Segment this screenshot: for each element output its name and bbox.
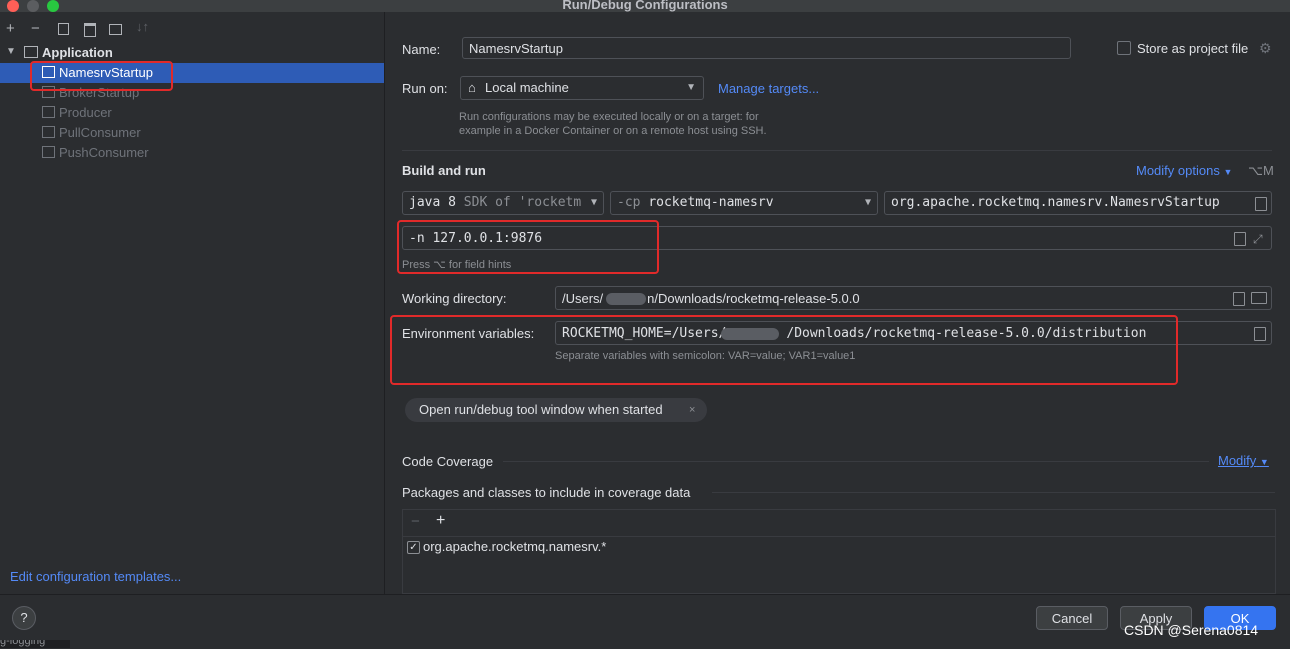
divider — [712, 492, 1275, 493]
config-icon — [42, 126, 55, 138]
modify-link[interactable]: Modify ▼ — [1218, 453, 1269, 468]
sidebar-item-producer[interactable]: Producer — [42, 103, 112, 123]
modify-options-label: Modify options — [1136, 163, 1220, 178]
run-on-label: Run on: — [402, 81, 448, 96]
cp-value: rocketmq-namesrv — [648, 195, 774, 210]
highlight-box — [30, 61, 173, 91]
modify-shortcut: ⌥M — [1248, 163, 1274, 178]
browse-icon[interactable] — [1234, 232, 1246, 246]
chevron-down-icon: ▼ — [864, 197, 871, 208]
folder-icon[interactable] — [109, 24, 122, 35]
classpath-select[interactable]: -cp rocketmq-namesrv ▼ — [610, 191, 878, 215]
package-entry: org.apache.rocketmq.namesrv.* — [423, 539, 607, 554]
chevron-down-icon: ▼ — [588, 192, 597, 214]
folder-icon[interactable] — [1251, 292, 1267, 304]
sidebar-item-label: PushConsumer — [59, 145, 149, 160]
cancel-button[interactable]: Cancel — [1036, 606, 1108, 630]
modify-label: Modify — [1218, 453, 1257, 468]
background-window-strip: g-logging — [0, 640, 70, 648]
watermark: CSDN @Serena0814 — [1124, 622, 1259, 638]
chevron-down-icon: ▼ — [1259, 457, 1269, 467]
expand-icon[interactable]: ⤢ — [1253, 227, 1263, 251]
gear-icon[interactable]: ⚙ — [1259, 40, 1272, 57]
background-text: g-logging — [0, 640, 46, 647]
config-icon — [42, 146, 55, 158]
run-on-hint: Run configurations may be executed local… — [459, 111, 759, 123]
save-icon[interactable] — [84, 23, 96, 37]
sdk-rest: SDK of 'rocketm — [463, 195, 582, 210]
copy-icon[interactable] — [58, 23, 69, 35]
workdir-prefix: /Users/ — [562, 291, 604, 306]
main-class-field[interactable]: org.apache.rocketmq.namesrv.NamesrvStart… — [884, 191, 1272, 215]
run-on-select[interactable]: ⌂ Local machine ▼ — [460, 76, 704, 100]
close-icon[interactable]: × — [689, 398, 695, 422]
run-on-value: Local machine — [485, 80, 569, 95]
config-icon — [42, 106, 55, 118]
edit-templates-link[interactable]: Edit configuration templates... — [10, 569, 181, 584]
run-on-hint: example in a Docker Container or on a re… — [459, 125, 767, 137]
browse-icon[interactable] — [1254, 327, 1266, 341]
main-class-value: org.apache.rocketmq.namesrv.NamesrvStart… — [891, 195, 1220, 210]
chevron-down-icon: ▼ — [686, 82, 696, 93]
sidebar-item-pullconsumer[interactable]: PullConsumer — [42, 123, 141, 143]
add-icon[interactable]: + — [6, 20, 15, 37]
browse-icon[interactable] — [1233, 292, 1245, 306]
divider — [403, 536, 1275, 537]
highlight-box — [397, 220, 659, 274]
title-bar: Run/Debug Configurations — [0, 0, 1290, 12]
sort-icon[interactable]: ↓↑ — [136, 19, 149, 34]
workdir-field[interactable]: /Users/n/Downloads/rocketmq-release-5.0.… — [555, 286, 1272, 310]
group-label[interactable]: Application — [42, 45, 113, 60]
home-icon: ⌂ — [468, 80, 476, 95]
store-label: Store as project file — [1137, 41, 1249, 56]
workdir-label: Working directory: — [402, 291, 507, 306]
cp-flag: -cp — [617, 195, 641, 210]
packages-title: Packages and classes to include in cover… — [402, 485, 691, 500]
open-tool-window-chip[interactable]: Open run/debug tool window when started … — [405, 398, 707, 422]
store-checkbox[interactable] — [1117, 41, 1131, 55]
code-coverage-title: Code Coverage — [402, 454, 494, 469]
manage-targets-link[interactable]: Manage targets... — [718, 81, 819, 96]
window-title: Run/Debug Configurations — [562, 0, 728, 12]
redacted-mask — [606, 293, 646, 305]
divider — [402, 150, 1272, 151]
application-icon — [24, 46, 38, 58]
sidebar-item-label: Producer — [59, 105, 112, 120]
divider — [503, 461, 1209, 462]
sdk-select[interactable]: java 8 SDK of 'rocketm ▼ — [402, 191, 604, 215]
chevron-down-icon: ▼ — [1223, 167, 1233, 177]
build-run-title: Build and run — [402, 163, 486, 178]
package-checkbox[interactable]: ✓ — [407, 541, 420, 554]
modify-options-link[interactable]: Modify options ▼ — [1136, 163, 1232, 178]
sidebar-item-pushconsumer[interactable]: PushConsumer — [42, 143, 149, 163]
remove-icon[interactable]: − — [411, 513, 420, 530]
help-button[interactable]: ? — [12, 606, 36, 630]
add-icon[interactable]: + — [436, 512, 445, 530]
browse-icon[interactable] — [1255, 197, 1267, 211]
highlight-box — [390, 315, 1178, 385]
chevron-down-icon[interactable]: ▼ — [6, 46, 16, 57]
name-field[interactable]: NamesrvStartup — [462, 37, 1071, 59]
chip-label: Open run/debug tool window when started — [419, 402, 663, 417]
sdk-java: java 8 — [409, 195, 456, 210]
workdir-suffix: n/Downloads/rocketmq-release-5.0.0 — [647, 291, 860, 306]
packages-list: − + ✓ org.apache.rocketmq.namesrv.* — [402, 509, 1276, 594]
name-label: Name: — [402, 42, 441, 57]
remove-icon[interactable]: − — [31, 20, 40, 37]
sidebar-item-label: PullConsumer — [59, 125, 141, 140]
